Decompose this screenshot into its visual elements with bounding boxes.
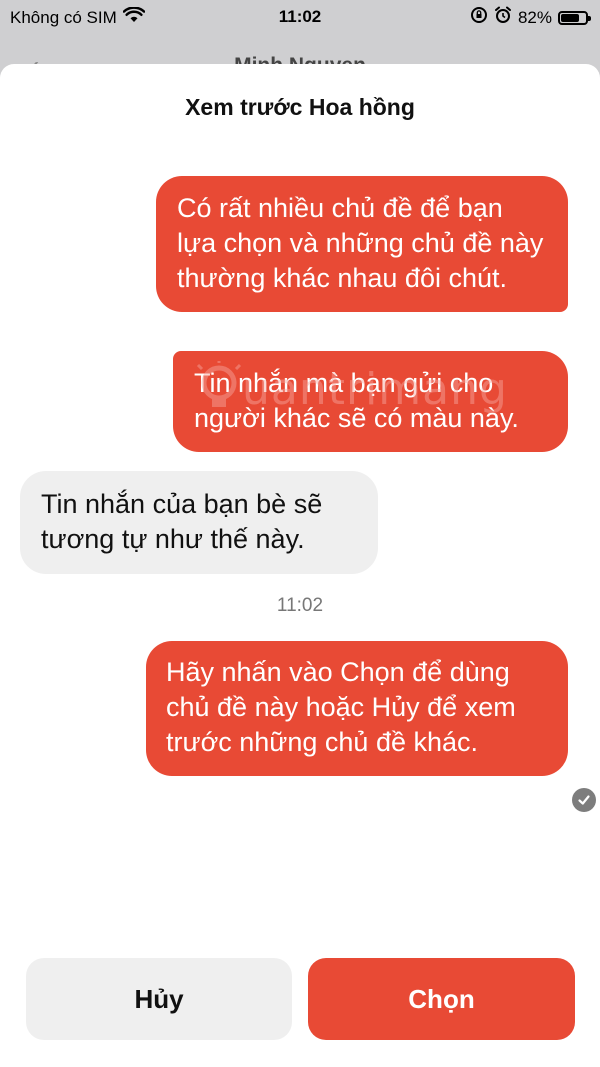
wifi-icon: [122, 6, 146, 28]
select-button[interactable]: Chọn: [308, 958, 575, 1040]
theme-preview-sheet: Xem trước Hoa hồng Có rất nhiều chủ đề đ…: [0, 64, 600, 1067]
message-bubble-incoming: Tin nhắn của bạn bè sẽ tương tự như thế …: [20, 471, 378, 574]
battery-icon: [558, 10, 591, 25]
cancel-button[interactable]: Hủy: [26, 958, 292, 1040]
message-timestamp: 11:02: [276, 595, 324, 616]
battery-fill: [561, 13, 579, 22]
alarm-icon: [494, 6, 512, 29]
sheet-title: Xem trước Hoa hồng: [185, 94, 415, 120]
message-bubble-outgoing: Hãy nhấn vào Chọn để dùng chủ đề này hoặ…: [146, 641, 568, 776]
message-bubble-outgoing: Có rất nhiều chủ đề để bạn lựa chọn và n…: [156, 176, 568, 312]
message-bubble-outgoing: Tin nhắn mà bạn gửi cho người khác sẽ có…: [173, 351, 568, 452]
delivered-check-icon: [572, 788, 596, 812]
status-bar: Không có SIM 11:02 82%: [0, 0, 600, 34]
orientation-lock-icon: [470, 6, 488, 29]
battery-percent: 82%: [517, 7, 552, 27]
carrier-label: Không có SIM: [10, 7, 117, 27]
status-right: 82%: [470, 6, 591, 29]
status-left: Không có SIM: [10, 6, 146, 28]
